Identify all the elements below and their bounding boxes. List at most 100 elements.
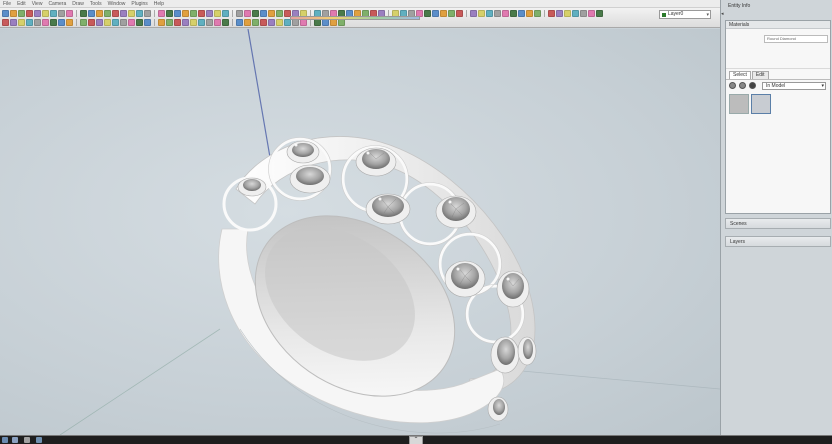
tool-icon[interactable]	[448, 9, 455, 17]
material-swatch[interactable]	[751, 94, 771, 114]
menu-item-edit[interactable]: Edit	[17, 0, 26, 8]
tool-icon[interactable]	[58, 9, 65, 17]
tool-icon[interactable]	[456, 9, 463, 17]
tool-icon[interactable]	[432, 9, 439, 17]
tool-icon[interactable]	[478, 9, 485, 17]
tool-icon[interactable]	[198, 9, 205, 17]
tool-icon[interactable]	[50, 9, 57, 17]
tool-icon[interactable]	[10, 9, 17, 17]
tool-icon[interactable]	[252, 18, 259, 26]
tool-icon[interactable]	[580, 9, 587, 17]
tool-icon[interactable]	[190, 9, 197, 17]
menu-item-help[interactable]: Help	[154, 0, 164, 8]
layers-panel-header[interactable]: Layers	[725, 236, 831, 247]
tool-icon[interactable]	[518, 9, 525, 17]
tool-icon[interactable]	[18, 18, 25, 26]
tool-icon[interactable]	[244, 9, 251, 17]
tool-icon[interactable]	[112, 9, 119, 17]
tool-icon[interactable]	[18, 9, 25, 17]
tool-icon[interactable]	[182, 18, 189, 26]
app-icon[interactable]	[36, 437, 42, 443]
tool-icon[interactable]	[50, 18, 57, 26]
tool-icon[interactable]	[120, 9, 127, 17]
tool-icon[interactable]	[34, 18, 41, 26]
tool-icon[interactable]	[88, 9, 95, 17]
menu-item-view[interactable]: View	[32, 0, 43, 8]
tool-icon[interactable]	[588, 9, 595, 17]
app-icon[interactable]	[12, 437, 18, 443]
tool-icon[interactable]	[80, 9, 87, 17]
tool-icon[interactable]	[144, 9, 151, 17]
tool-icon[interactable]	[10, 18, 17, 26]
tool-icon[interactable]	[548, 9, 555, 17]
tool-icon[interactable]	[42, 18, 49, 26]
tool-icon[interactable]	[158, 9, 165, 17]
tool-icon[interactable]	[88, 18, 95, 26]
tool-icon[interactable]	[104, 18, 111, 26]
tool-icon[interactable]	[214, 9, 221, 17]
tool-icon[interactable]	[222, 18, 229, 26]
tool-icon[interactable]	[174, 18, 181, 26]
tool-icon[interactable]	[182, 9, 189, 17]
tool-icon[interactable]	[66, 9, 73, 17]
tool-icon[interactable]	[424, 9, 431, 17]
tool-icon[interactable]	[158, 18, 165, 26]
tool-icon[interactable]	[236, 9, 243, 17]
tool-icon[interactable]	[2, 18, 9, 26]
tool-icon[interactable]	[526, 9, 533, 17]
tool-icon[interactable]	[222, 9, 229, 17]
tab-edit[interactable]: Edit	[751, 71, 769, 79]
tool-icon[interactable]	[502, 9, 509, 17]
tool-icon[interactable]	[510, 9, 517, 17]
tool-icon[interactable]	[260, 9, 267, 17]
tool-icon[interactable]	[58, 18, 65, 26]
tool-icon[interactable]	[66, 18, 73, 26]
tool-icon[interactable]	[96, 18, 103, 26]
material-name-field[interactable]: Round Diamond	[764, 35, 828, 43]
menu-item-file[interactable]: File	[3, 0, 11, 8]
chevron-up-icon[interactable]: ⌃	[409, 436, 423, 444]
tool-icon[interactable]	[190, 18, 197, 26]
tool-icon[interactable]	[596, 9, 603, 17]
tool-icon[interactable]	[104, 9, 111, 17]
material-collection-dropdown[interactable]: In Model ▾	[762, 81, 826, 90]
tool-icon[interactable]	[440, 9, 447, 17]
tool-icon[interactable]	[206, 18, 213, 26]
tool-icon[interactable]	[206, 9, 213, 17]
tool-icon[interactable]	[260, 18, 267, 26]
entity-info-title[interactable]: Entity Info	[725, 2, 829, 10]
tool-icon[interactable]	[276, 9, 283, 17]
menu-item-window[interactable]: Window	[108, 0, 126, 8]
tool-icon[interactable]	[244, 18, 251, 26]
layer-dropdown[interactable]: Layer0 ▾	[659, 10, 711, 19]
materials-panel-header[interactable]: Materials	[726, 21, 830, 29]
home-icon[interactable]	[749, 82, 756, 89]
tool-icon[interactable]	[144, 18, 151, 26]
tool-icon[interactable]	[96, 9, 103, 17]
color-scale-slider[interactable]	[290, 16, 420, 20]
tool-icon[interactable]	[80, 18, 87, 26]
app-icon[interactable]	[24, 437, 30, 443]
tool-icon[interactable]	[136, 18, 143, 26]
menu-item-camera[interactable]: Camera	[48, 0, 66, 8]
tool-icon[interactable]	[26, 9, 33, 17]
tool-icon[interactable]	[174, 9, 181, 17]
tool-icon[interactable]	[198, 18, 205, 26]
material-swatch[interactable]	[729, 94, 749, 114]
tool-icon[interactable]	[494, 9, 501, 17]
tool-icon[interactable]	[120, 18, 127, 26]
tab-select[interactable]: Select	[729, 71, 751, 79]
tool-icon[interactable]	[470, 9, 477, 17]
tool-icon[interactable]	[486, 9, 493, 17]
tool-icon[interactable]	[214, 18, 221, 26]
tool-icon[interactable]	[166, 9, 173, 17]
back-arrow-icon[interactable]	[729, 82, 736, 89]
tool-icon[interactable]	[112, 18, 119, 26]
menu-item-draw[interactable]: Draw	[72, 0, 84, 8]
tool-icon[interactable]	[136, 9, 143, 17]
tool-icon[interactable]	[236, 18, 243, 26]
forward-arrow-icon[interactable]	[739, 82, 746, 89]
scenes-panel-header[interactable]: Scenes	[725, 218, 831, 229]
menu-item-plugins[interactable]: Plugins	[131, 0, 147, 8]
tool-icon[interactable]	[556, 9, 563, 17]
